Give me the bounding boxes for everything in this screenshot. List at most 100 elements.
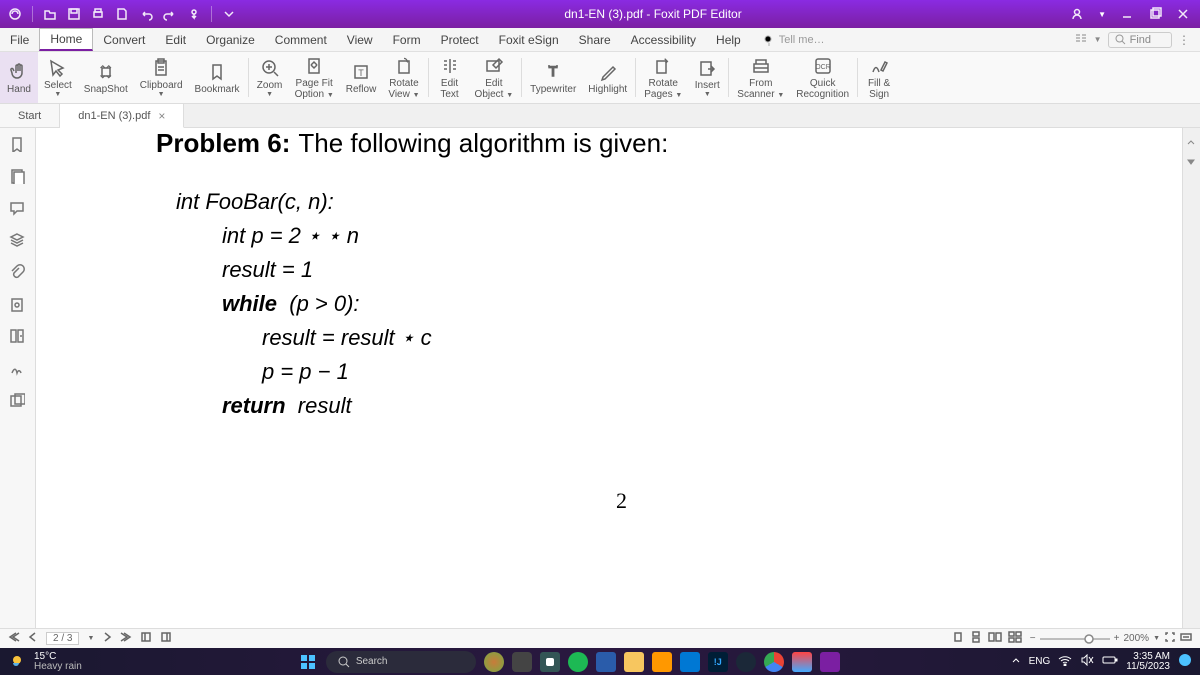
close-icon[interactable] [1176,7,1190,21]
battery-icon[interactable] [1102,655,1118,668]
app-store[interactable] [596,652,616,672]
app-steam[interactable] [736,652,756,672]
rail-sign-icon[interactable] [9,360,27,378]
clock[interactable]: 3:35 AM 11/5/2023 [1126,652,1170,672]
app-spotify[interactable] [568,652,588,672]
rail-security-icon[interactable] [9,296,27,314]
user-icon[interactable] [1070,7,1084,21]
fullscreen-icon[interactable] [1164,631,1176,646]
zoom-slider[interactable] [1040,634,1110,644]
menu-convert[interactable]: Convert [93,28,155,51]
rail-share-icon[interactable] [9,392,27,410]
ribbon-highlight[interactable]: Highlight [582,52,633,103]
tray-lang[interactable]: ENG [1029,656,1051,667]
prev-page-icon[interactable] [28,632,38,645]
menu-home[interactable]: Home [39,28,93,51]
redo-icon[interactable] [163,7,177,21]
scroll-icon[interactable] [187,7,201,21]
first-page-icon[interactable] [8,631,20,646]
ribbon-reflow[interactable]: TReflow [340,52,383,103]
right-scroll-rail[interactable] [1182,128,1200,628]
ribbon-fillsign[interactable]: Fill &Sign [860,52,898,103]
weather-widget[interactable]: 15°C Heavy rain [34,652,82,672]
view-facing-cont-icon[interactable] [1008,631,1022,646]
menu-file[interactable]: File [0,28,39,51]
ribbon-rotate[interactable]: RotateView ▼ [382,52,425,103]
save-icon[interactable] [67,7,81,21]
scroll-up-icon[interactable] [1186,134,1198,146]
newdoc-icon[interactable] [115,7,129,21]
collapse-icon[interactable] [1186,154,1198,166]
user-dropdown-icon[interactable]: ▼ [1098,10,1106,19]
page-indicator[interactable]: 2 / 3 [46,632,79,645]
menu-edit[interactable]: Edit [155,28,196,51]
menu-overflow-icon[interactable]: ⋮ [1178,33,1190,47]
tab-file[interactable]: dn1-EN (3).pdf × [60,104,184,128]
ribbon-pagefit[interactable]: Page FitOption ▼ [289,52,340,103]
app-sublime[interactable] [652,652,672,672]
open-icon[interactable] [43,7,57,21]
print-icon[interactable] [91,7,105,21]
ribbon-typewriter[interactable]: TTypewriter [524,52,582,103]
qat-dropdown-icon[interactable] [222,7,236,21]
ribbon-hand[interactable]: Hand [0,52,38,103]
menu-foxit-esign[interactable]: Foxit eSign [489,28,569,51]
nav-icon-a[interactable] [140,631,152,646]
view-facing-icon[interactable] [988,631,1002,646]
app-chrome[interactable] [764,652,784,672]
ribbon-edittext[interactable]: EditText [431,52,469,103]
rail-bookmark-icon[interactable] [9,136,27,154]
ribbon-rotatepages[interactable]: RotatePages ▼ [638,52,688,103]
rail-thumb-icon[interactable] [9,328,27,346]
ribbon-select[interactable]: Select▼ [38,52,78,103]
undo-icon[interactable] [139,7,153,21]
tell-me-box[interactable]: Tell me… [763,34,825,46]
zoom-out-icon[interactable]: − [1030,633,1036,644]
ribbon-clipboard[interactable]: Clipboard▼ [134,52,189,103]
menu-help[interactable]: Help [706,28,751,51]
ribbon-insert[interactable]: Insert▼ [688,52,726,103]
notifications-icon[interactable] [1178,653,1192,670]
app-10[interactable] [792,652,812,672]
zoom-dropdown-icon[interactable]: ▼ [1153,635,1160,642]
volume-icon[interactable] [1080,654,1094,669]
next-page-icon[interactable] [102,632,112,645]
menu-view[interactable]: View [337,28,383,51]
menu-share[interactable]: Share [569,28,621,51]
app-foxit[interactable] [820,652,840,672]
zoom-in-icon[interactable]: + [1114,633,1120,644]
minimize-icon[interactable] [1120,7,1134,21]
document-view[interactable]: Problem 6: The following algorithm is gi… [36,128,1182,628]
rail-pages-icon[interactable] [9,168,27,186]
view-continuous-icon[interactable] [970,631,982,646]
app-1[interactable] [484,652,504,672]
maximize-icon[interactable] [1148,7,1162,21]
tab-start[interactable]: Start [0,104,60,127]
menu-protect[interactable]: Protect [431,28,489,51]
tab-close-icon[interactable]: × [158,109,165,123]
readmode-icon[interactable] [1074,31,1088,48]
app-ps[interactable]: !J [708,652,728,672]
menu-form[interactable]: Form [383,28,431,51]
page-dropdown-icon[interactable]: ▼ [87,635,94,642]
rail-layers-icon[interactable] [9,232,27,250]
ribbon-snapshot[interactable]: SnapShot [78,52,134,103]
menu-comment[interactable]: Comment [265,28,337,51]
wifi-icon[interactable] [1058,654,1072,669]
weather-icon[interactable] [8,651,26,672]
menu-accessibility[interactable]: Accessibility [621,28,706,51]
ribbon-ocr[interactable]: OCRQuickRecognition [790,52,855,103]
ribbon-scanner[interactable]: FromScanner ▼ [731,52,790,103]
nav-icon-b[interactable] [160,631,172,646]
last-page-icon[interactable] [120,631,132,646]
app-3[interactable] [540,652,560,672]
menu-organize[interactable]: Organize [196,28,265,51]
app-explorer[interactable] [624,652,644,672]
ribbon-editobj[interactable]: EditObject ▼ [469,52,520,103]
rail-comments-icon[interactable] [9,200,27,218]
ribbon-bookmark[interactable]: Bookmark [189,52,246,103]
reading-icon[interactable] [1180,631,1192,646]
rail-attach-icon[interactable] [9,264,27,282]
app-vscode[interactable] [680,652,700,672]
readmode-dropdown-icon[interactable]: ▼ [1094,35,1102,44]
